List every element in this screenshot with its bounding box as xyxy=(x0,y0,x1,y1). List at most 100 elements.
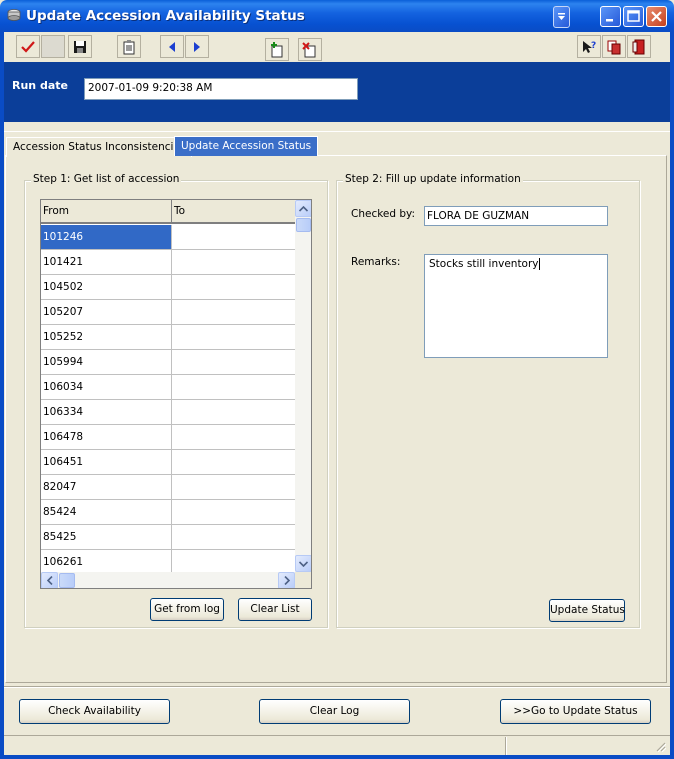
table-row[interactable]: 105252 xyxy=(41,325,295,350)
update-status-button[interactable]: Update Status xyxy=(549,599,625,622)
window-frame-right xyxy=(670,32,674,759)
column-header-from[interactable]: From xyxy=(41,200,172,222)
save-icon xyxy=(74,40,86,53)
table-row[interactable]: 105207 xyxy=(41,300,295,325)
cell-to[interactable] xyxy=(172,500,295,524)
table-row[interactable]: 106451 xyxy=(41,450,295,475)
grid-header: From To xyxy=(41,200,295,224)
get-from-log-button[interactable]: Get from log xyxy=(150,598,224,621)
get-from-log-label: Get from log xyxy=(154,603,220,615)
column-header-to[interactable]: To xyxy=(172,200,295,222)
scroll-up-button[interactable] xyxy=(295,200,311,217)
cell-from[interactable]: 104502 xyxy=(41,275,172,299)
window-frame-bottom xyxy=(0,755,674,759)
close-button[interactable] xyxy=(646,6,667,27)
scroll-down-button[interactable] xyxy=(295,555,311,572)
chevron-right-icon xyxy=(283,576,290,585)
accession-grid[interactable]: From To 101246 101421 104502 105207 105252 10… xyxy=(40,199,312,589)
cell-to[interactable] xyxy=(172,450,295,474)
cell-from[interactable]: 85425 xyxy=(41,525,172,549)
scroll-left-button[interactable] xyxy=(41,572,58,588)
table-row[interactable]: 104502 xyxy=(41,275,295,300)
tab-accession-status-inconsistencies[interactable]: Accession Status Inconsistencies xyxy=(6,137,193,157)
check-availability-button[interactable]: Check Availability xyxy=(19,699,170,724)
table-row[interactable]: 85424 xyxy=(41,500,295,525)
cell-from[interactable]: 101421 xyxy=(41,250,172,274)
cell-from[interactable]: 106034 xyxy=(41,375,172,399)
cell-from[interactable]: 106334 xyxy=(41,400,172,424)
cell-to[interactable] xyxy=(172,225,295,249)
go-to-update-status-button[interactable]: >>Go to Update Status xyxy=(500,699,651,724)
blank-button[interactable] xyxy=(41,35,65,58)
horizontal-scrollbar[interactable] xyxy=(41,572,295,588)
cell-from[interactable]: 106451 xyxy=(41,450,172,474)
system-menu-button[interactable] xyxy=(553,6,570,28)
table-row[interactable]: 106034 xyxy=(41,375,295,400)
update-status-label: Update Status xyxy=(550,604,625,616)
table-row[interactable]: 106334 xyxy=(41,400,295,425)
cell-to[interactable] xyxy=(172,475,295,499)
cell-to[interactable] xyxy=(172,400,295,424)
cell-to[interactable] xyxy=(172,525,295,549)
check-button[interactable] xyxy=(16,35,40,58)
cell-to[interactable] xyxy=(172,325,295,349)
vertical-scroll-thumb[interactable] xyxy=(296,218,311,232)
status-bar xyxy=(4,735,670,755)
horizontal-scroll-thumb[interactable] xyxy=(59,573,75,588)
vertical-scrollbar[interactable] xyxy=(295,200,311,572)
help-button[interactable]: ? xyxy=(577,35,601,58)
cell-to[interactable] xyxy=(172,375,295,399)
clear-log-label: Clear Log xyxy=(309,705,360,717)
delete-record-button[interactable] xyxy=(298,38,322,61)
cell-from[interactable]: 85424 xyxy=(41,500,172,524)
status-divider xyxy=(505,737,507,755)
clear-log-button[interactable]: Clear Log xyxy=(259,699,410,724)
table-row[interactable]: 106478 xyxy=(41,425,295,450)
svg-text:?: ? xyxy=(591,41,596,51)
chevron-down-icon xyxy=(299,560,308,567)
cell-from[interactable]: 101246 xyxy=(41,225,172,249)
cell-to[interactable] xyxy=(172,275,295,299)
table-row[interactable]: 105994 xyxy=(41,350,295,375)
remarks-field[interactable]: Stocks still inventory xyxy=(424,254,608,358)
checked-by-label: Checked by: xyxy=(351,208,416,220)
table-row[interactable]: 85425 xyxy=(41,525,295,550)
copy-button[interactable] xyxy=(602,35,626,58)
cell-from[interactable]: 82047 xyxy=(41,475,172,499)
clipboard-button[interactable] xyxy=(117,35,141,58)
save-button[interactable] xyxy=(68,35,92,58)
cell-to[interactable] xyxy=(172,550,295,574)
table-row[interactable]: 82047 xyxy=(41,475,295,500)
maximize-button[interactable] xyxy=(623,6,644,27)
resize-grip-icon[interactable] xyxy=(654,740,666,752)
next-button[interactable] xyxy=(185,35,209,58)
text-caret xyxy=(538,258,540,270)
maximize-icon xyxy=(627,10,640,22)
cell-to[interactable] xyxy=(172,425,295,449)
cell-from[interactable]: 106478 xyxy=(41,425,172,449)
clear-list-button[interactable]: Clear List xyxy=(238,598,312,621)
cell-from[interactable]: 106261 xyxy=(41,550,172,574)
title-bar[interactable]: Update Accession Availability Status xyxy=(0,0,674,32)
go-to-update-status-label: >>Go to Update Status xyxy=(513,705,638,717)
table-row[interactable]: 101246 xyxy=(41,225,295,250)
cell-to[interactable] xyxy=(172,250,295,274)
window-frame-left xyxy=(0,32,4,759)
scroll-right-button[interactable] xyxy=(278,572,295,588)
exit-button[interactable] xyxy=(627,35,651,58)
cell-to[interactable] xyxy=(172,350,295,374)
cell-from[interactable]: 105207 xyxy=(41,300,172,324)
run-date-label: Run date xyxy=(12,79,68,92)
cell-from[interactable]: 105994 xyxy=(41,350,172,374)
window-title: Update Accession Availability Status xyxy=(26,8,305,24)
cell-to[interactable] xyxy=(172,300,295,324)
cell-from[interactable]: 105252 xyxy=(41,325,172,349)
tab-update-accession-status[interactable]: Update Accession Status xyxy=(174,136,319,156)
checked-by-field[interactable]: FLORA DE GUZMAN xyxy=(424,206,608,226)
run-date-field[interactable]: 2007-01-09 9:20:38 AM xyxy=(84,78,358,100)
minimize-button[interactable] xyxy=(600,6,621,27)
step1-title: Step 1: Get list of accession xyxy=(31,173,182,185)
table-row[interactable]: 101421 xyxy=(41,250,295,275)
add-record-button[interactable] xyxy=(265,38,289,61)
previous-button[interactable] xyxy=(160,35,184,58)
